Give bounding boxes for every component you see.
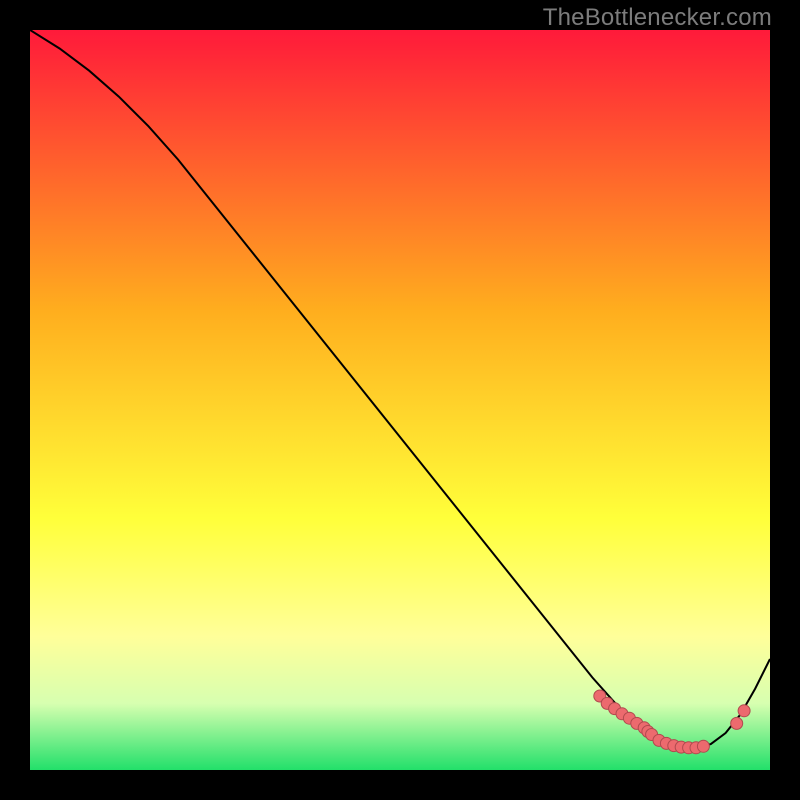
- watermark-text: TheBottlenecker.com: [543, 4, 772, 32]
- data-marker: [697, 740, 709, 752]
- data-marker: [738, 705, 750, 717]
- data-marker: [731, 717, 743, 729]
- plot-area: [30, 30, 770, 770]
- gradient-background: [30, 30, 770, 770]
- chart-svg: [30, 30, 770, 770]
- chart-frame: TheBottlenecker.com: [0, 0, 800, 800]
